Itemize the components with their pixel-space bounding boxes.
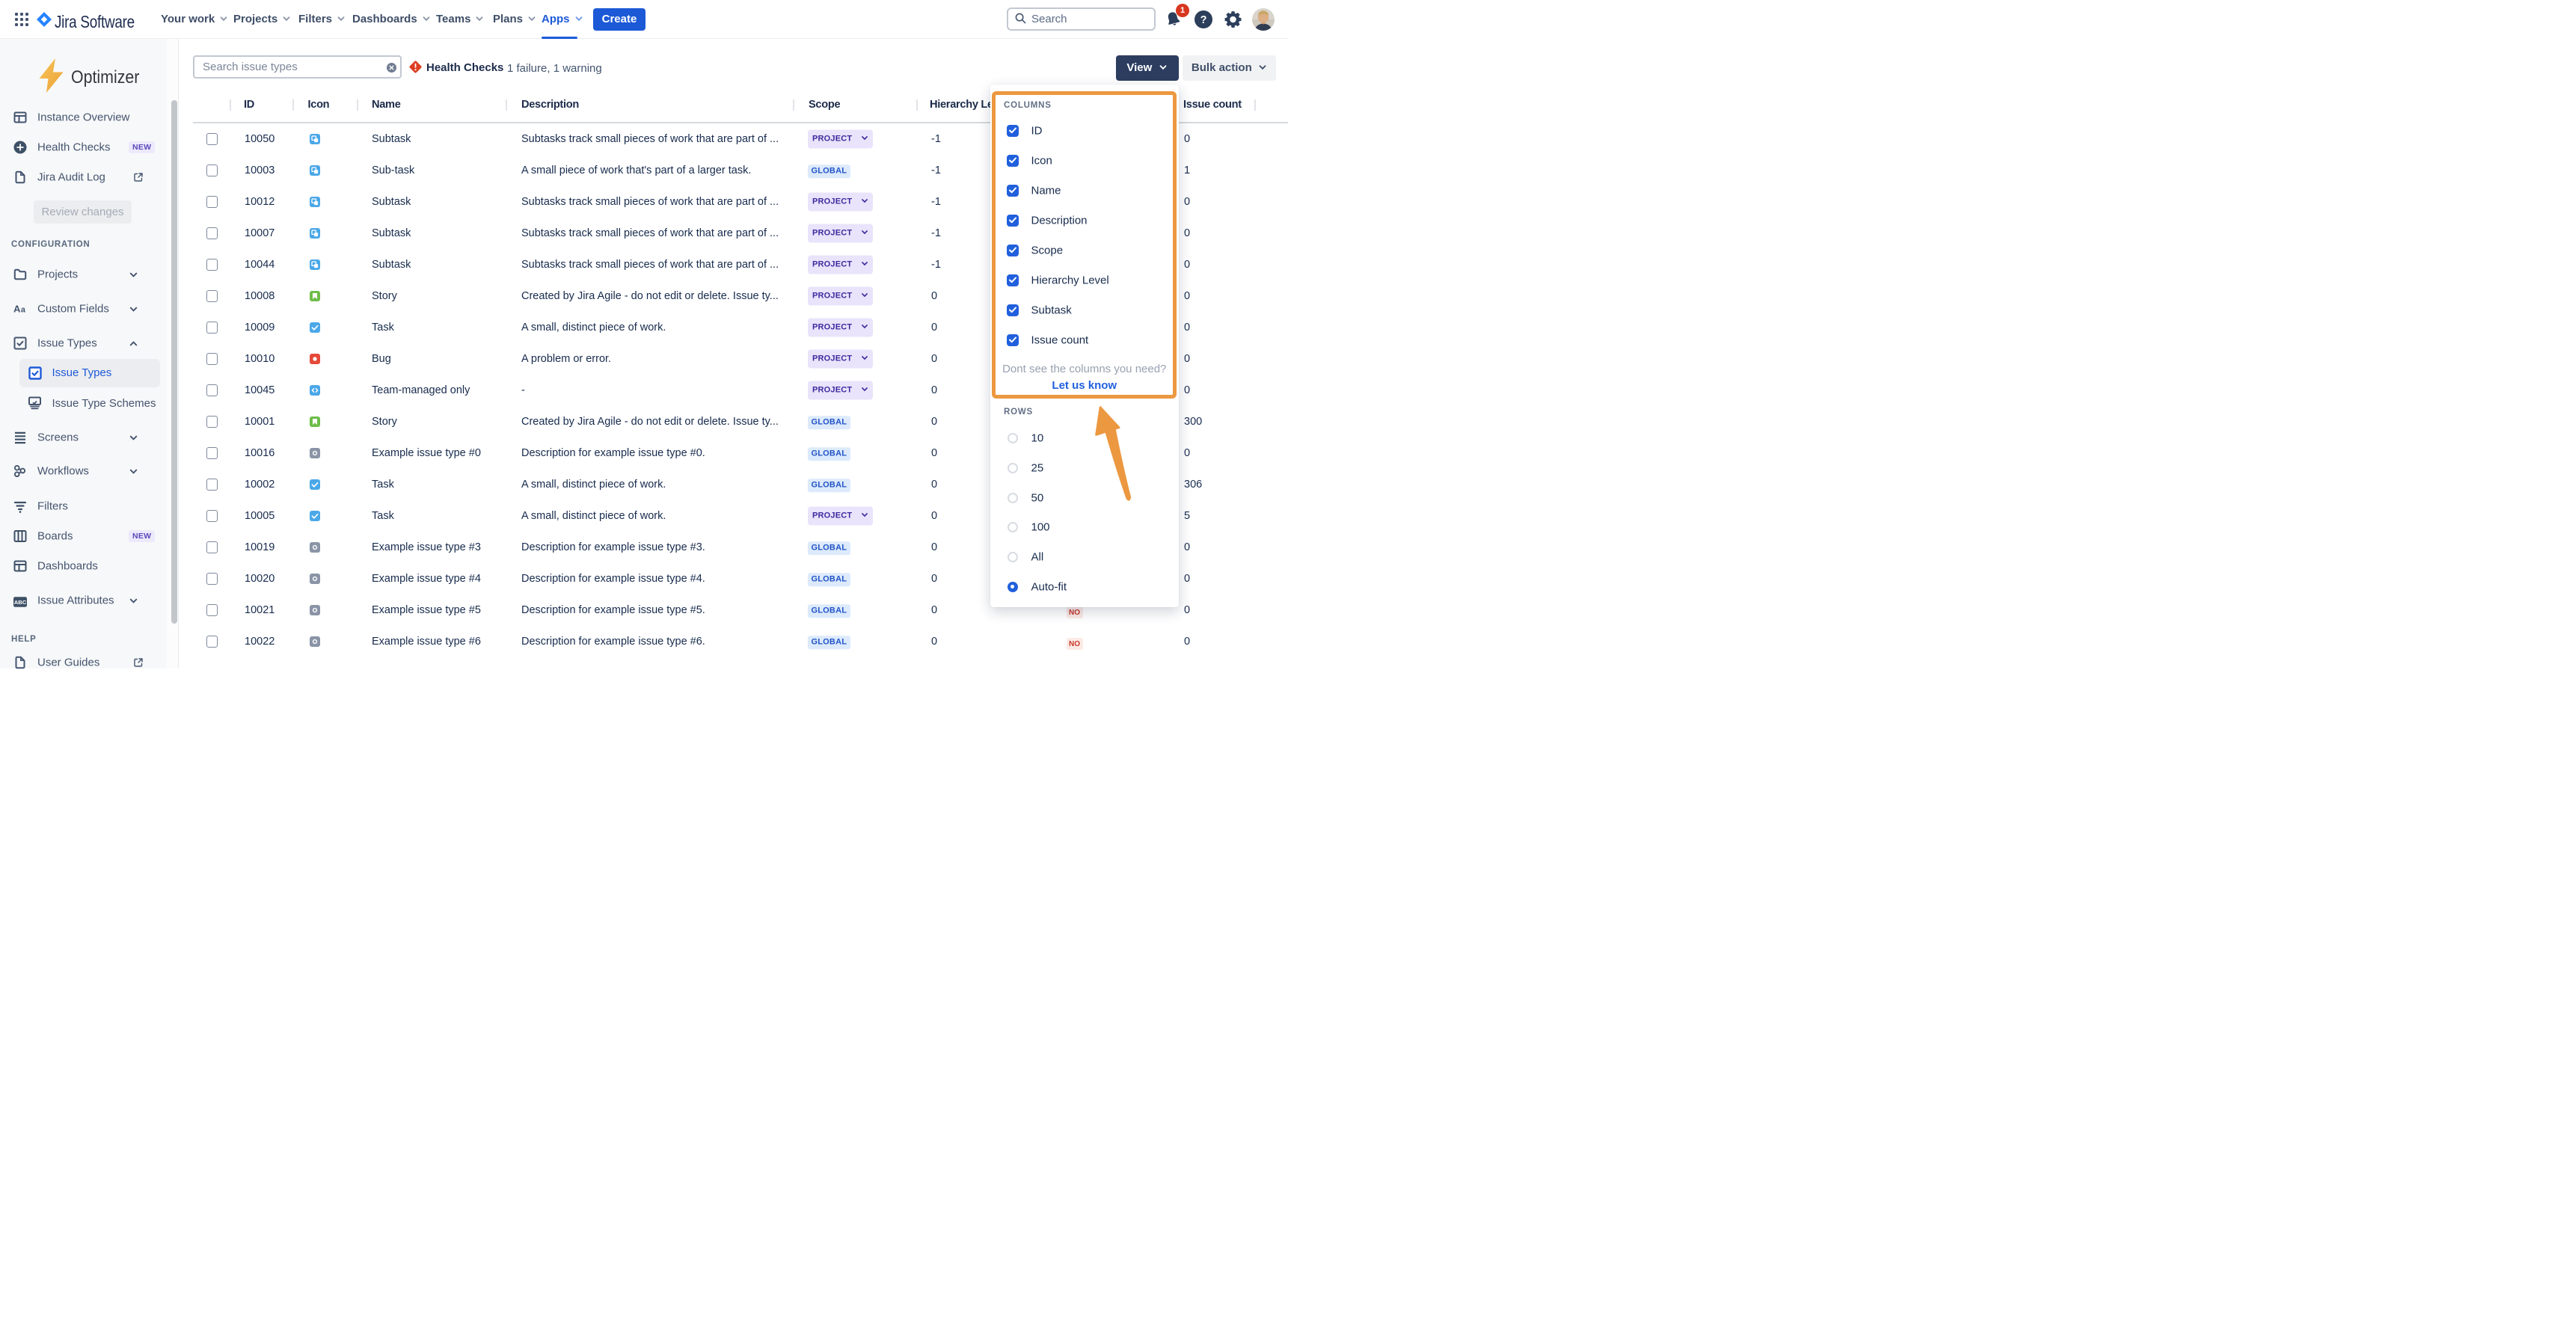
svg-text:?: ? (1200, 14, 1207, 26)
